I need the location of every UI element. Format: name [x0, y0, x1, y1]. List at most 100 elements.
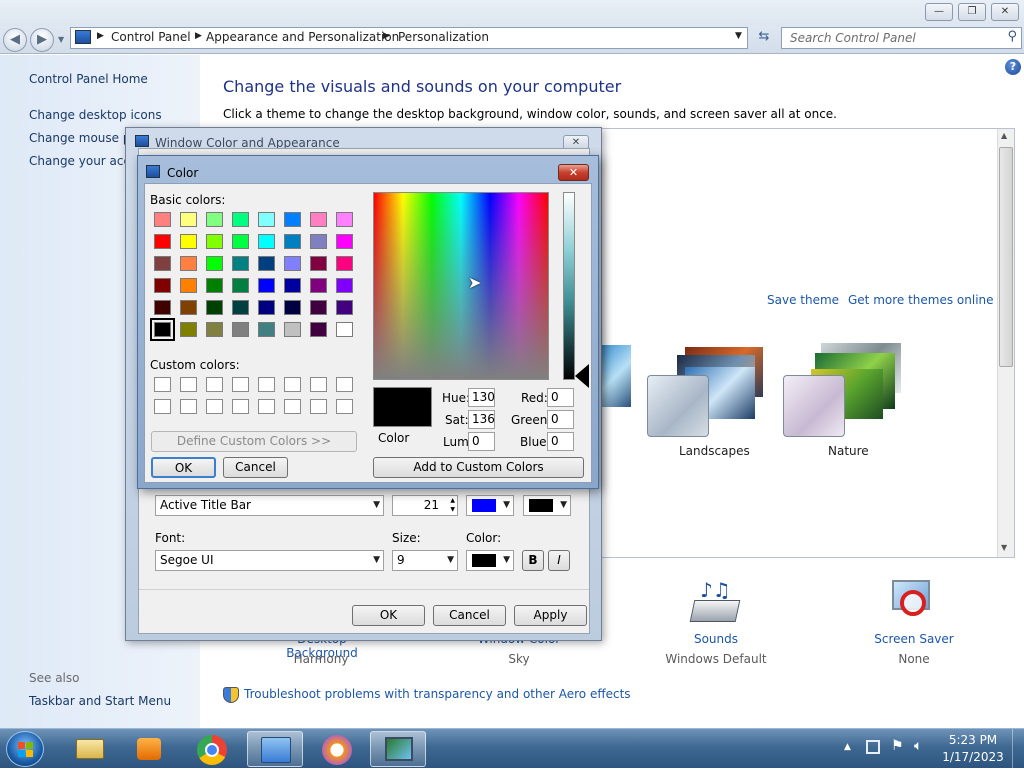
- sat-input[interactable]: 136: [468, 410, 495, 429]
- basic-color-swatch[interactable]: [206, 322, 223, 337]
- search-input[interactable]: Search Control Panel ⚲: [781, 27, 1022, 49]
- help-icon[interactable]: ?: [1005, 59, 1021, 75]
- custom-color-swatch[interactable]: [310, 377, 327, 392]
- font-color-picker[interactable]: ▼: [466, 550, 514, 571]
- bold-button[interactable]: B: [522, 550, 544, 571]
- basic-color-swatch[interactable]: [232, 256, 249, 271]
- font-size-select[interactable]: 9 ▼: [392, 550, 458, 571]
- taskbar-vpn-app[interactable]: [309, 731, 365, 767]
- breadcrumb-appearance[interactable]: Appearance and Personalization: [206, 30, 399, 44]
- breadcrumb-control-panel[interactable]: Control Panel: [111, 30, 191, 44]
- save-theme-link[interactable]: Save theme: [767, 293, 839, 307]
- custom-color-swatch[interactable]: [206, 377, 223, 392]
- sidebar-change-account-picture[interactable]: Change your acco: [29, 154, 137, 168]
- theme-thumbnail-partial[interactable]: [601, 345, 631, 407]
- search-icon[interactable]: ⚲: [1007, 29, 1017, 44]
- hue-input[interactable]: 130: [468, 388, 495, 407]
- refresh-icon[interactable]: ⇆: [753, 29, 775, 49]
- color-cancel-button[interactable]: Cancel: [223, 457, 288, 478]
- basic-color-swatch[interactable]: [180, 212, 197, 227]
- theme-label-nature[interactable]: Nature: [828, 444, 869, 458]
- basic-color-swatch[interactable]: [336, 212, 353, 227]
- taskbar-chrome[interactable]: [184, 731, 240, 767]
- custom-color-swatch[interactable]: [284, 399, 301, 414]
- wca-ok-button[interactable]: OK: [352, 605, 425, 626]
- item-select[interactable]: Active Title Bar ▼: [155, 495, 384, 516]
- color-ok-button[interactable]: OK: [151, 457, 216, 478]
- basic-color-swatch[interactable]: [232, 300, 249, 315]
- basic-color-swatch[interactable]: [206, 300, 223, 315]
- font-select[interactable]: Segoe UI ▼: [155, 550, 384, 571]
- sounds-link[interactable]: Sounds: [660, 632, 772, 646]
- basic-color-swatch[interactable]: [180, 322, 197, 337]
- scrollbar-thumb[interactable]: [999, 147, 1013, 367]
- custom-color-swatch[interactable]: [154, 377, 171, 392]
- basic-color-swatch[interactable]: [232, 322, 249, 337]
- basic-color-swatch[interactable]: [336, 278, 353, 293]
- basic-color-swatch[interactable]: [258, 234, 275, 249]
- color-close-button[interactable]: ✕: [558, 164, 589, 181]
- luminance-bar[interactable]: [563, 192, 575, 380]
- show-hidden-icons[interactable]: ▲: [844, 742, 851, 752]
- basic-color-swatch[interactable]: [284, 256, 301, 271]
- basic-color-swatch[interactable]: [180, 278, 197, 293]
- custom-color-swatch[interactable]: [336, 377, 353, 392]
- basic-color-swatch[interactable]: [180, 300, 197, 315]
- basic-color-swatch[interactable]: [336, 322, 353, 337]
- custom-color-swatch[interactable]: [258, 399, 275, 414]
- recent-pages-chevron-icon[interactable]: ▼: [58, 35, 64, 44]
- basic-color-swatch[interactable]: [284, 212, 301, 227]
- address-dropdown-icon[interactable]: ▼: [735, 31, 742, 41]
- scroll-down-icon[interactable]: ▼: [1001, 543, 1007, 552]
- basic-color-swatch[interactable]: [206, 278, 223, 293]
- basic-color-swatch[interactable]: [310, 278, 327, 293]
- basic-color-swatch[interactable]: [258, 256, 275, 271]
- sidebar-control-panel-home[interactable]: Control Panel Home: [29, 72, 148, 86]
- close-window-button[interactable]: ✕: [991, 3, 1019, 21]
- screen-saver-link[interactable]: Screen Saver: [858, 632, 970, 646]
- basic-color-swatch[interactable]: [180, 234, 197, 249]
- wca-cancel-button[interactable]: Cancel: [433, 605, 506, 626]
- address-box[interactable]: ▶ Control Panel ▶ Appearance and Persona…: [70, 27, 748, 49]
- basic-color-swatch[interactable]: [336, 256, 353, 271]
- basic-color-swatch[interactable]: [310, 322, 327, 337]
- network-icon[interactable]: [866, 740, 880, 754]
- define-custom-colors-button[interactable]: Define Custom Colors >>: [151, 431, 357, 452]
- action-center-flag-icon[interactable]: ⚑: [891, 738, 904, 754]
- green-input[interactable]: 0: [547, 410, 574, 429]
- basic-color-swatch[interactable]: [336, 300, 353, 315]
- scroll-up-icon[interactable]: ▲: [1001, 131, 1007, 140]
- lum-input[interactable]: 0: [468, 432, 495, 451]
- basic-color-swatch[interactable]: [206, 256, 223, 271]
- basic-color-swatch[interactable]: [180, 256, 197, 271]
- screen-saver-label[interactable]: Screen Saver: [874, 632, 953, 646]
- sidebar-change-desktop-icons[interactable]: Change desktop icons: [29, 108, 162, 122]
- basic-color-swatch[interactable]: [336, 234, 353, 249]
- custom-color-swatch[interactable]: [154, 399, 171, 414]
- taskbar-control-panel[interactable]: [247, 731, 303, 767]
- sidebar-change-mouse-pointers[interactable]: Change mouse po: [29, 131, 138, 145]
- minimize-button[interactable]: —: [925, 3, 953, 21]
- wca-apply-button[interactable]: Apply: [514, 605, 587, 626]
- basic-color-swatch[interactable]: [284, 322, 301, 337]
- basic-color-swatch[interactable]: [232, 278, 249, 293]
- luminance-slider-arrow[interactable]: [575, 364, 589, 388]
- basic-color-swatch[interactable]: [154, 300, 171, 315]
- basic-color-swatch[interactable]: [310, 300, 327, 315]
- basic-color-swatch[interactable]: [258, 212, 275, 227]
- custom-color-swatch[interactable]: [206, 399, 223, 414]
- maximize-button[interactable]: ❐: [958, 3, 986, 21]
- basic-color-swatch[interactable]: [154, 278, 171, 293]
- clock-date[interactable]: 1/17/2023: [940, 750, 1006, 764]
- volume-icon[interactable]: 🔈︎: [914, 738, 922, 754]
- spinner-arrows-icon[interactable]: ▲ ▼: [450, 496, 455, 514]
- add-to-custom-colors-button[interactable]: Add to Custom Colors: [373, 457, 584, 478]
- sounds-label[interactable]: Sounds: [694, 632, 738, 646]
- color1-picker[interactable]: ▼: [466, 495, 514, 516]
- theme-label-landscapes[interactable]: Landscapes: [679, 444, 750, 458]
- basic-color-swatch[interactable]: [310, 234, 327, 249]
- color-spectrum[interactable]: ➤: [373, 192, 549, 380]
- basic-color-swatch[interactable]: [258, 278, 275, 293]
- get-more-themes-link[interactable]: Get more themes online: [848, 293, 994, 307]
- basic-color-swatch[interactable]: [154, 256, 171, 271]
